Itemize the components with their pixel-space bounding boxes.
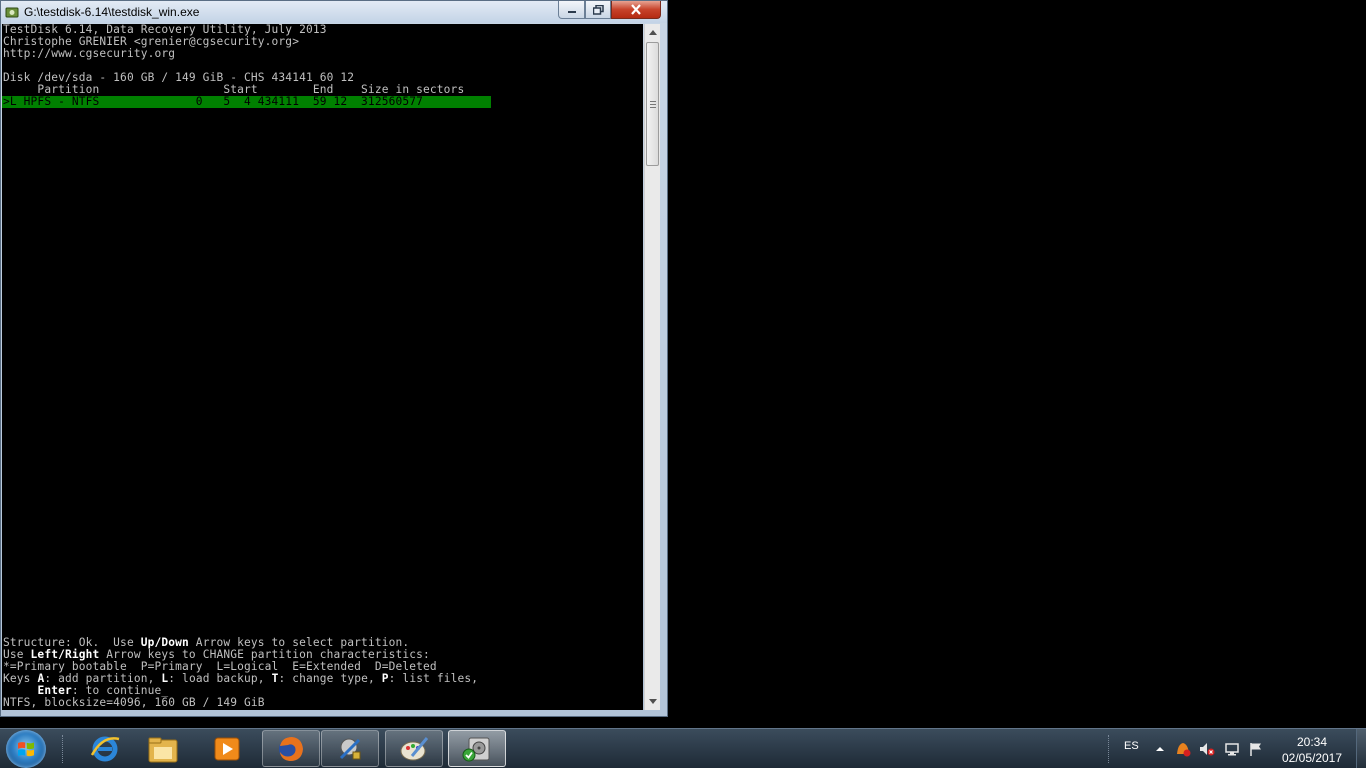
network-icon[interactable]: [1224, 741, 1240, 757]
status-line: NTFS, blocksize=4096, 160 GB / 149 GiB: [3, 696, 265, 709]
show-desktop-button[interactable]: [1356, 729, 1366, 768]
security-alert-icon[interactable]: [1175, 741, 1191, 757]
taskbar-file-explorer[interactable]: [134, 730, 192, 767]
window-title: G:\testdisk-6.14\testdisk_win.exe: [24, 5, 200, 19]
media-player-icon: [214, 737, 240, 760]
taskbar-paint[interactable]: [385, 730, 443, 767]
action-center-flag-icon[interactable]: [1248, 741, 1264, 757]
taskbar-separator: [62, 735, 65, 763]
file-explorer-icon: [148, 737, 178, 762]
clock-date: 02/05/2017: [1281, 751, 1343, 765]
console-window: G:\testdisk-6.14\testdisk_win.exe TestDi…: [0, 0, 668, 717]
header-line-3: http://www.cgsecurity.org: [3, 47, 176, 60]
arrow-up-icon: [649, 30, 657, 35]
scroll-down-button[interactable]: [645, 693, 661, 710]
title-bar[interactable]: G:\testdisk-6.14\testdisk_win.exe: [1, 1, 667, 23]
partition-row-selected[interactable]: >L HPFS - NTFS 0 5 4 434111 59 12 312560…: [2, 96, 491, 108]
internet-explorer-icon: [90, 736, 120, 761]
close-button[interactable]: [611, 1, 661, 19]
close-icon: [631, 4, 641, 15]
firefox-icon: [279, 736, 303, 761]
taskbar-firefox[interactable]: [262, 730, 320, 767]
show-hidden-icons-arrow-icon[interactable]: [1152, 741, 1168, 757]
taskbar-tools[interactable]: [321, 730, 379, 767]
grip-icon: [650, 101, 656, 108]
windows-logo-icon: [18, 742, 34, 757]
minimize-icon: [567, 10, 576, 13]
language-indicator[interactable]: ES: [1124, 740, 1139, 752]
vertical-scrollbar[interactable]: [644, 24, 660, 710]
arrow-down-icon: [649, 699, 657, 704]
testdisk-app-icon: [5, 7, 19, 18]
scroll-thumb[interactable]: [646, 42, 659, 166]
console-output[interactable]: TestDisk 6.14, Data Recovery Utility, Ju…: [2, 24, 643, 710]
tray-separator: [1108, 735, 1111, 763]
volume-muted-icon[interactable]: [1199, 741, 1215, 757]
scroll-up-button[interactable]: [645, 24, 661, 41]
testdisk-icon: [462, 737, 490, 761]
paint-icon: [400, 736, 429, 760]
taskbar-media-player[interactable]: [198, 730, 256, 767]
taskbar: ES 20:34 02/05/2017: [0, 728, 1366, 768]
restore-icon: [592, 4, 604, 15]
minimize-button[interactable]: [558, 1, 585, 19]
taskbar-testdisk[interactable]: [448, 730, 506, 767]
restore-button[interactable]: [585, 1, 611, 19]
system-clock[interactable]: 20:34 02/05/2017: [1272, 734, 1352, 766]
partition-row-text: >L HPFS - NTFS 0 5 4 434111 59 12 312560…: [3, 95, 424, 108]
clock-time: 20:34: [1296, 735, 1328, 749]
taskbar-internet-explorer[interactable]: [76, 730, 134, 767]
start-button[interactable]: [6, 730, 46, 768]
tools-icon: [339, 738, 361, 759]
